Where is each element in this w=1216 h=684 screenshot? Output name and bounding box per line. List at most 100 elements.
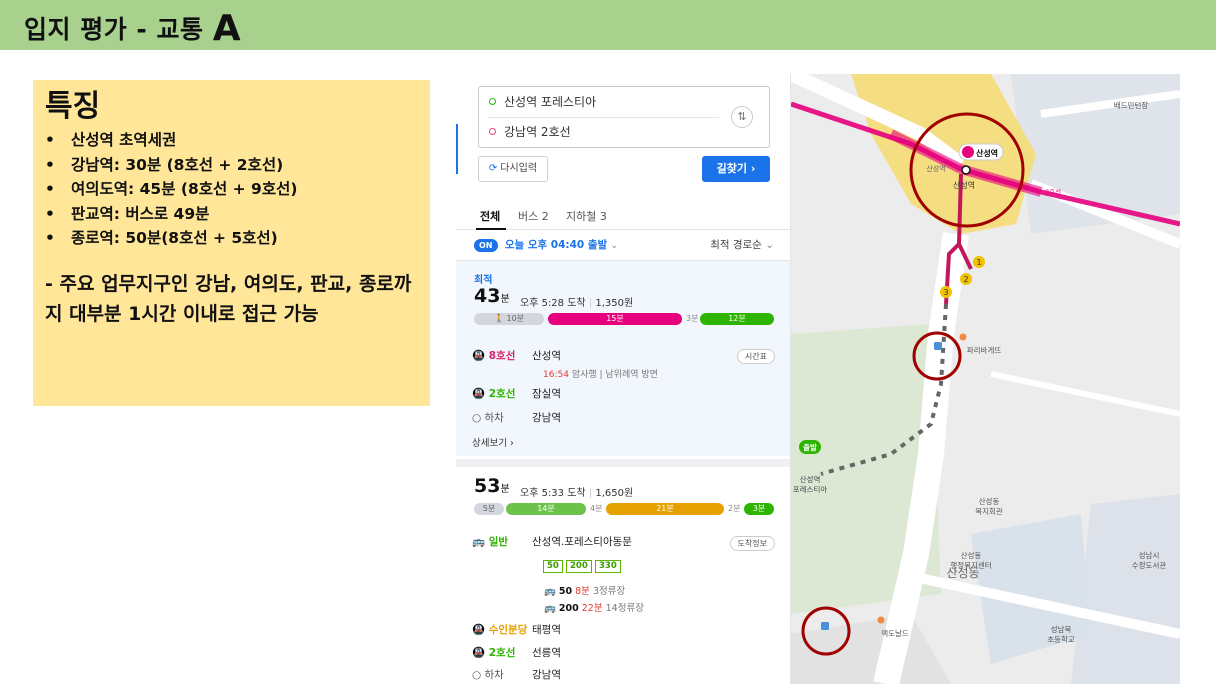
restaurant-icon [877,616,885,624]
train-icon: 🚇 [472,388,486,400]
destination-field[interactable]: 강남역 2호선 [489,117,571,147]
line2-segment: 3분 [744,503,774,515]
route-step: ○ 하차 강남역 [472,668,561,682]
chevron-down-icon: ⌄ [610,241,619,251]
find-route-button[interactable]: 길찾기 › [702,156,770,182]
route-step: ○ 하차 강남역 [472,411,561,425]
tab-subway[interactable]: 지하철 3 [566,208,607,224]
marker-2-label: 2 [963,275,968,284]
bus-label: 🚌 일반 [472,535,532,549]
bus-stop-icon[interactable] [934,342,942,350]
origin-field[interactable]: 산성역 포레스티아 [489,87,596,117]
feature-item: 종로역: 50분(8호선 + 5호선) [45,226,418,251]
bus-no: 200 [558,603,579,614]
segment-label: 3분 [752,504,766,513]
direction-text: 암사행 | 남위례역 방면 [571,370,658,380]
library-label: 성남시 [1139,551,1160,560]
arrive-time: 오후 5:33 도착 [520,488,586,499]
dong-label: 산성동 [946,566,979,580]
step-line: 8호선 [488,350,516,362]
line8-segment: 15분 [548,313,682,325]
bus-no: 50 [558,586,573,597]
marker-3-label: 3 [943,288,948,297]
bus-stop-icon[interactable] [821,622,829,630]
alight-label: ○ 하차 [472,411,532,425]
slide-title-mark: A [212,8,242,49]
segment-label: 2분 [728,504,741,513]
sort-select[interactable]: 최적 경로순 ⌄ [710,236,774,254]
feature-list: 산성역 초역세권 강남역: 30분 (8호선 + 2호선) 여의도역: 45분 … [45,128,418,251]
depot-label: 배드민턴장 [1114,100,1149,110]
segment-label: 12분 [728,314,746,323]
segment-label: 14분 [537,504,555,513]
admin-label: 산성동 [961,550,982,560]
feature-item: 산성역 초역세권 [45,128,418,153]
bus-time: 8분 [575,586,590,597]
step-stop: 산성역.포레스티아동문 [532,536,632,548]
bus-stops: 14정류장 [605,603,644,614]
bus-chip[interactable]: 330 [595,560,621,573]
train-icon: 🚇 [472,647,486,659]
step-stop: 강남역 [532,669,561,681]
school-label-2: 초등학교 [1047,634,1075,644]
step-stop: 강남역 [532,412,561,424]
segment-label: 3분 [686,314,699,323]
bus-arrival: 🚌 200 22분 14정류장 [544,600,644,614]
duration-minutes: 53 [474,475,501,497]
bus-stops: 3정류장 [592,586,626,597]
route-step: 🚇 8호선 산성역 [472,349,561,363]
route-step: 🚇 2호선 잠실역 [472,387,561,401]
step-sub: 16:54 암사행 | 남위례역 방면 [543,367,658,380]
circle-icon: ○ [472,669,482,681]
segment-label: 15분 [606,314,624,323]
tab-all[interactable]: 전체 [480,208,500,224]
step-line: 수인분당 [488,624,528,636]
walk-segment: 🚶 10분 [474,313,544,325]
route-duration: 53분 [474,475,510,497]
start-place-label: 산성역 [800,474,821,484]
marker-1-label: 1 [976,258,981,267]
line2-label: 🚇 2호선 [472,646,532,660]
route-arrive-fare: 오후 5:33 도착 | 1,650원 [520,488,634,499]
slide-title-text: 입지 평가 - 교통 [24,15,204,44]
step-line: 2호선 [488,388,516,400]
tab-underline [476,228,506,230]
destination-text: 강남역 2호선 [504,125,571,139]
arrive-time: 오후 5:28 도착 [520,298,586,309]
origin-text: 산성역 포레스티아 [504,95,597,109]
tab-bus[interactable]: 버스 2 [518,208,549,224]
depart-row: ON 오늘 오후 04:40 출발 ⌄ 최적 경로순 ⌄ [474,236,774,254]
route-card-2[interactable]: 53분 오후 5:33 도착 | 1,650원 5분 14분 4분 21분 2분… [456,459,790,684]
swap-icon[interactable]: ⇅ [731,106,753,128]
best-tag: 최적 [474,275,493,286]
bus-chip[interactable]: 200 [566,560,592,573]
reset-button[interactable]: ⟳ 다시입력 [478,156,548,182]
route-card-1[interactable]: 최적 43분 오후 5:28 도착 | 1,350원 🚶 10분 15분 3분 … [456,260,790,456]
feature-item: 판교역: 버스로 49분 [45,202,418,227]
route-step: 🚇 2호선 선릉역 [472,646,561,660]
step-stop: 산성역 [532,350,561,362]
depart-time[interactable]: 오늘 오후 04:40 출발 [505,239,607,251]
mcd-label: 맥도날드 [881,628,909,638]
walk-segment: 5분 [474,503,504,515]
chevron-right-icon: › [750,162,756,175]
cafe-icon [959,333,967,341]
subway-icon [962,146,974,158]
station-small-label: 산성역 [926,164,945,173]
detail-link[interactable]: 상세보기 › [472,435,514,449]
timetable-button[interactable]: 시간표 [736,349,775,364]
arrival-info-button[interactable]: 도착정보 [729,536,775,551]
chevron-right-icon: › [510,438,514,449]
step-line: 하차 [484,412,504,424]
bus-chip[interactable]: 50 [543,560,563,573]
slide-title: 입지 평가 - 교통 A [24,6,242,49]
route-arrive-fare: 오후 5:28 도착 | 1,350원 [520,298,634,309]
bus-time: 22분 [581,603,603,614]
route-step: 🚇 수인분당 태평역 [472,623,561,637]
walk-icon: 🚶 [493,314,504,323]
on-badge[interactable]: ON [474,238,498,252]
line2-segment: 12분 [700,313,774,325]
map-view[interactable]: 1 2 3 산성역 산성역 산성역 8호선 배드민턴장 파리바게뜨 출발 산성역… [791,74,1180,684]
route-panel: 산성역 포레스티아 강남역 2호선 ⇅ ⟳ 다시입력 길찾기 › 전체 버스 2 … [456,74,791,684]
feature-box: 특징 산성역 초역세권 강남역: 30분 (8호선 + 2호선) 여의도역: 4… [33,80,430,406]
